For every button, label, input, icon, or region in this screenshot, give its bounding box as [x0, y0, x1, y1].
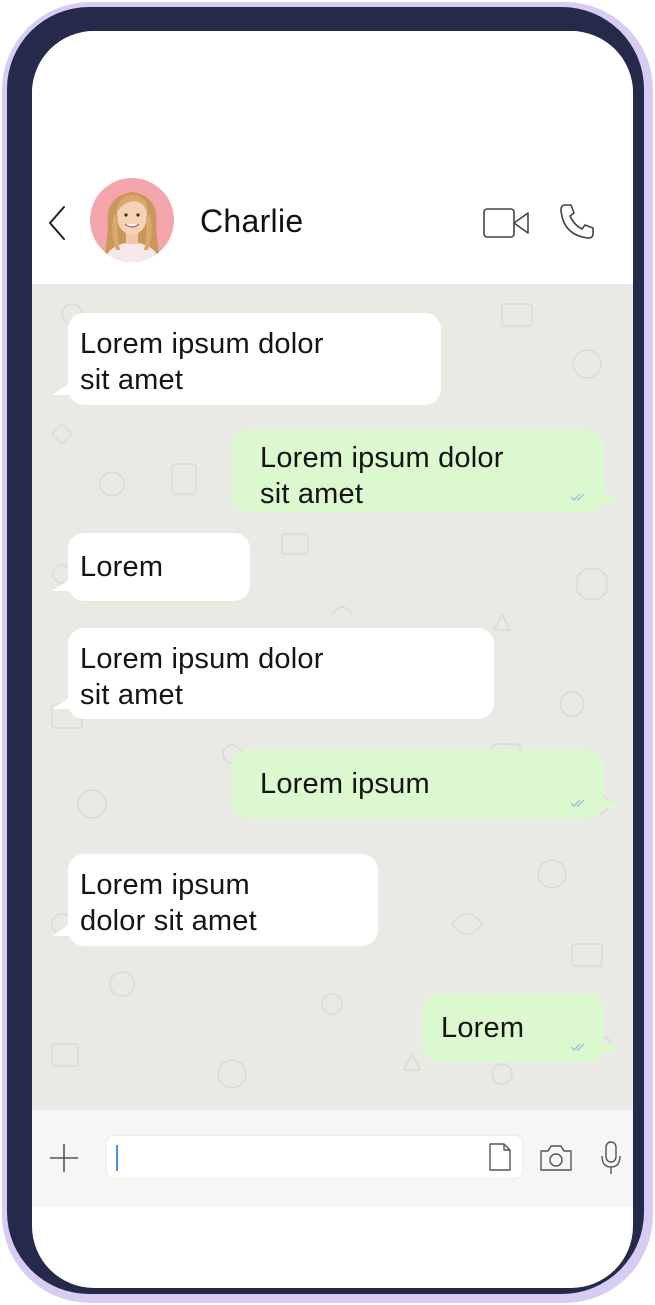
chevron-left-icon[interactable]	[46, 203, 70, 243]
read-ticks-icon	[570, 1043, 585, 1051]
message-text: Lorem ipsum	[80, 869, 250, 901]
read-ticks-icon	[570, 799, 585, 807]
text-caret	[116, 1145, 118, 1171]
contact-name[interactable]: Charlie	[200, 203, 303, 240]
message-input[interactable]	[106, 1135, 523, 1179]
phone-frame: Charlie Lorem ipsum dolor sit amet Lorem…	[7, 7, 644, 1294]
bubble-tail	[602, 490, 620, 502]
message-list[interactable]: Lorem ipsum dolor sit amet Lorem ipsum d…	[32, 284, 633, 1110]
message-bubble-incoming[interactable]: Lorem	[52, 533, 250, 601]
message-text: sit amet	[80, 679, 184, 711]
message-text: Lorem ipsum dolor	[260, 442, 504, 474]
chat-screen: Charlie Lorem ipsum dolor sit amet Lorem…	[32, 31, 633, 1288]
message-text: dolor sit amet	[80, 905, 257, 937]
message-bubble-outgoing[interactable]: Lorem	[422, 994, 620, 1062]
message-text: Lorem	[80, 551, 164, 583]
message-bubble-outgoing[interactable]: Lorem ipsum dolor sit amet	[231, 430, 620, 512]
message-bubble-incoming[interactable]: Lorem ipsum dolor sit amet	[52, 313, 441, 405]
bubble-tail	[602, 796, 620, 808]
message-text: Lorem ipsum dolor	[80, 643, 324, 675]
chat-header: Charlie	[32, 31, 633, 284]
bubble-tail	[52, 697, 70, 709]
document-icon[interactable]	[488, 1142, 512, 1172]
bubble-tail	[52, 383, 70, 395]
video-camera-icon[interactable]	[482, 205, 532, 241]
phone-icon[interactable]	[557, 201, 597, 241]
bubble-tail	[602, 1040, 620, 1052]
message-text: Lorem	[441, 1012, 525, 1044]
message-text: Lorem ipsum dolor	[80, 328, 324, 360]
bubble-tail	[52, 579, 70, 591]
message-bubble-incoming[interactable]: Lorem ipsum dolor sit amet	[52, 628, 494, 719]
message-text: sit amet	[80, 364, 184, 396]
message-bubble-incoming[interactable]: Lorem ipsum dolor sit amet	[52, 854, 378, 946]
avatar[interactable]	[90, 178, 174, 262]
bubble-tail	[52, 924, 70, 936]
message-text: Lorem ipsum	[260, 768, 430, 800]
plus-icon[interactable]	[48, 1142, 80, 1174]
camera-icon[interactable]	[538, 1143, 574, 1173]
message-bubble-outgoing[interactable]: Lorem ipsum	[231, 750, 620, 818]
read-ticks-icon	[570, 493, 585, 501]
message-composer	[32, 1110, 633, 1207]
message-text: sit amet	[260, 478, 364, 510]
microphone-icon[interactable]	[600, 1140, 622, 1176]
